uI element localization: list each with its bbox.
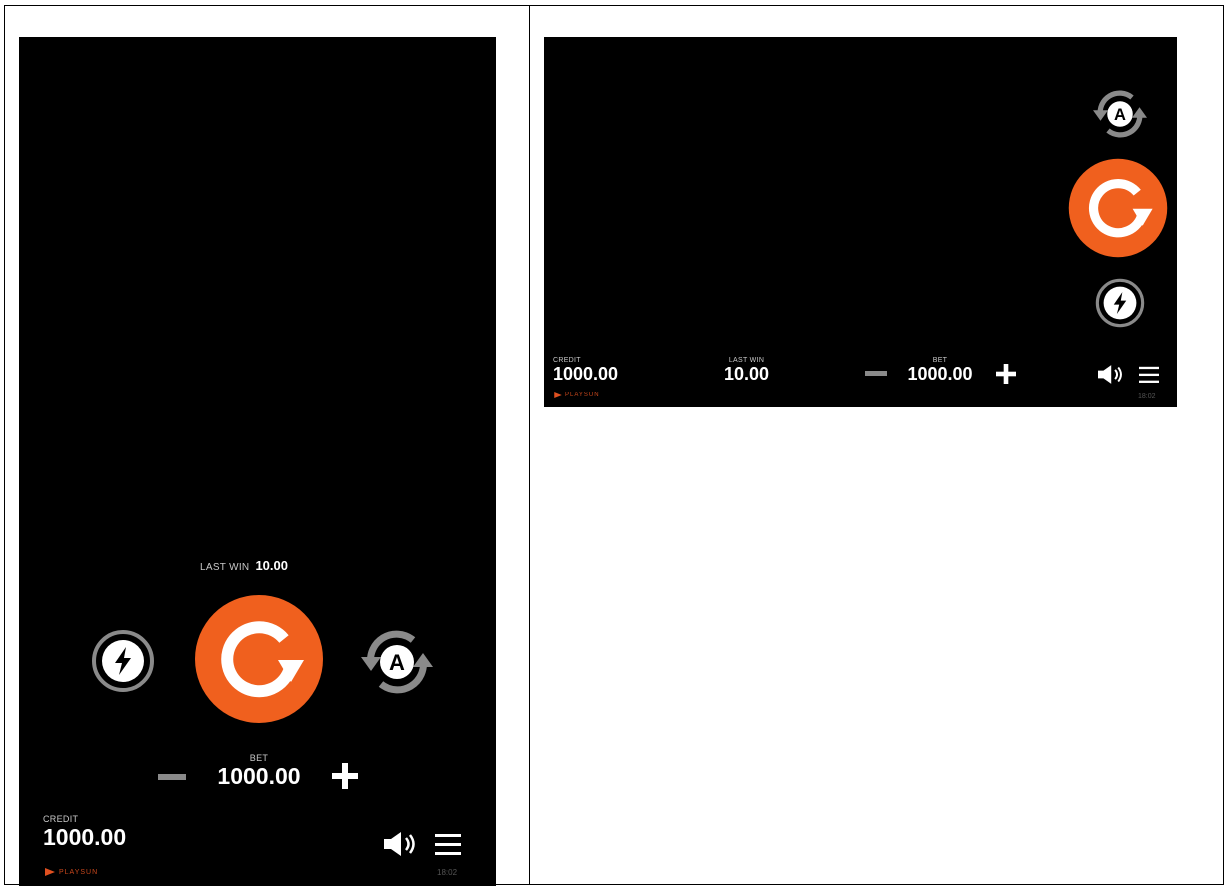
credit-value: 1000.00 [553, 364, 619, 384]
portrait-game-screen: LAST WIN 10.00 A BET 1000.00 CREDIT 1000… [19, 37, 496, 886]
speaker-icon [1098, 365, 1122, 384]
plus-icon [332, 763, 358, 789]
bet-plus-button[interactable] [332, 763, 358, 789]
brand-name: PLAYSUN [565, 392, 600, 398]
sound-button[interactable] [384, 832, 420, 856]
brand-logo: PLAYSUN [554, 392, 600, 398]
bet-label: BET [249, 753, 269, 763]
hamburger-menu-icon [1139, 366, 1159, 383]
minus-icon [158, 774, 186, 780]
credit-label: CREDIT [43, 814, 79, 824]
bet-value: 1000.00 [217, 763, 301, 789]
brand-logo: PLAYSUN [45, 868, 98, 876]
spin-button[interactable] [1068, 158, 1168, 258]
spin-arrow-icon [195, 595, 323, 723]
credit-label: CREDIT [553, 357, 581, 364]
bet-display: BET 1000.00 [900, 357, 980, 385]
spin-arrow-icon [1068, 158, 1168, 258]
spin-button[interactable] [194, 594, 324, 724]
column-divider [529, 5, 530, 885]
bet-plus-button[interactable] [996, 364, 1016, 384]
playsun-logo-icon [45, 868, 55, 876]
last-win-value: 10.00 [724, 364, 770, 384]
svg-text:A: A [1114, 106, 1126, 124]
autoplay-a-icon: A [361, 630, 433, 694]
landscape-game-screen: A CREDIT 1000.00 LAST WIN 10.00 BET 1000… [544, 37, 1177, 407]
playsun-logo-icon [554, 392, 562, 398]
brand-name: PLAYSUN [59, 868, 99, 876]
last-win-display: LAST WIN 10.00 [200, 558, 288, 573]
credit-value: 1000.00 [43, 824, 127, 850]
bet-label: BET [932, 357, 948, 364]
bet-minus-button[interactable] [865, 371, 887, 377]
plus-icon [996, 364, 1016, 384]
turbo-button[interactable] [1095, 278, 1145, 328]
speaker-icon [384, 832, 415, 856]
last-win-value: 10.00 [255, 558, 288, 573]
autoplay-button[interactable]: A [1090, 87, 1150, 141]
hamburger-menu-icon [435, 834, 461, 855]
clock: 18:02 [1138, 393, 1156, 400]
menu-button[interactable] [435, 832, 461, 856]
turbo-button[interactable] [91, 629, 155, 693]
svg-text:A: A [389, 650, 405, 675]
minus-icon [865, 371, 887, 376]
autoplay-a-icon: A [1093, 90, 1147, 138]
bet-minus-button[interactable] [158, 773, 186, 781]
lightning-icon [1095, 278, 1145, 328]
bet-value: 1000.00 [907, 364, 973, 384]
credit-display: CREDIT 1000.00 [553, 357, 618, 385]
last-win-label: LAST WIN [200, 562, 250, 573]
bet-display: BET 1000.00 [209, 753, 309, 790]
last-win-label: LAST WIN [728, 357, 765, 364]
autoplay-button[interactable]: A [357, 627, 437, 697]
lightning-icon [92, 630, 154, 692]
clock: 18:02 [437, 868, 458, 877]
sound-button[interactable] [1098, 365, 1126, 384]
credit-display: CREDIT 1000.00 [43, 814, 126, 851]
last-win-display: LAST WIN 10.00 [724, 357, 769, 385]
menu-button[interactable] [1139, 365, 1159, 384]
